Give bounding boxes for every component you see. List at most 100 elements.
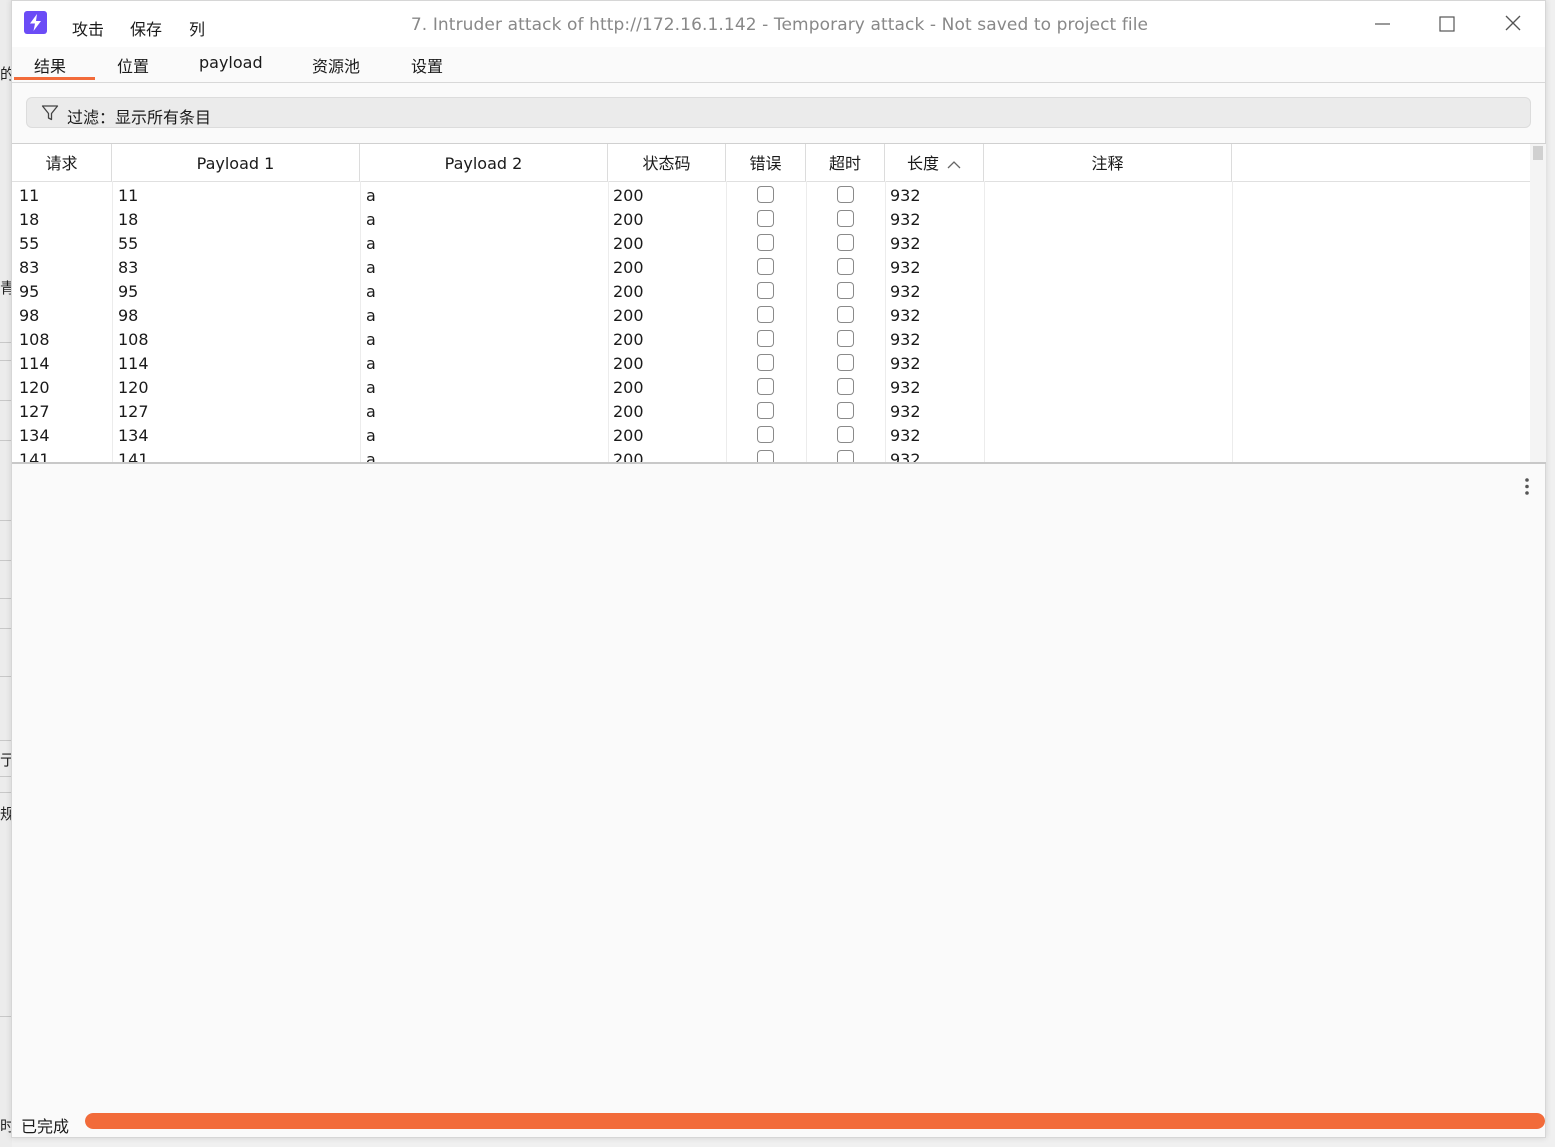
error-checkbox [757,210,774,227]
tab-payloads[interactable]: payload [199,53,263,80]
cell-length: 932 [890,402,921,421]
tab-settings[interactable]: 设置 [411,53,443,85]
cell-length: 932 [890,186,921,205]
column-header-payload1[interactable]: Payload 1 [112,144,360,181]
cell-payload1: 11 [118,186,139,205]
column-header-error[interactable]: 错误 [726,144,806,181]
window-title: 7. Intruder attack of http://172.16.1.14… [410,15,1149,35]
table-scrollbar[interactable] [1530,144,1546,462]
table-row[interactable]: 11 11 a 200 932 [12,182,1530,206]
error-checkbox [757,234,774,251]
cell-payload2: a [366,378,376,397]
cell-length: 932 [890,210,921,229]
column-header-length[interactable]: 长度 [885,144,984,181]
tab-positions[interactable]: 位置 [117,53,149,85]
cell-status-code: 200 [613,282,644,301]
scrollbar-thumb[interactable] [1533,146,1543,160]
close-button[interactable] [1498,11,1528,37]
column-header-status[interactable]: 状态码 [608,144,726,181]
cell-status-code: 200 [613,186,644,205]
filter-icon [41,104,59,126]
cell-length: 932 [890,378,921,397]
tab-resource-pool[interactable]: 资源池 [312,53,360,85]
table-row[interactable]: 98 98 a 200 932 [12,302,1530,326]
cell-payload1: 120 [118,378,149,397]
cell-request: 18 [19,210,40,229]
cell-request: 114 [19,354,50,373]
cell-status-code: 200 [613,450,644,464]
column-header-payload2[interactable]: Payload 2 [360,144,608,181]
minimize-button[interactable] [1367,11,1397,37]
cell-length: 932 [890,282,921,301]
cell-request: 95 [19,282,40,301]
status-label: 已完成 [21,1117,70,1136]
table-row[interactable]: 114 114 a 200 932 [12,350,1530,374]
more-options-icon[interactable] [1522,475,1532,499]
table-row[interactable]: 55 55 a 200 932 [12,230,1530,254]
column-header-comment[interactable]: 注释 [984,144,1232,181]
cell-payload2: a [366,402,376,421]
error-checkbox [757,378,774,395]
cell-length: 932 [890,330,921,349]
table-row[interactable]: 95 95 a 200 932 [12,278,1530,302]
active-tab-indicator [14,77,95,80]
error-checkbox [757,450,774,462]
timeout-checkbox [837,282,854,299]
table-row[interactable]: 127 127 a 200 932 [12,398,1530,422]
cell-status-code: 200 [613,234,644,253]
filter-bar[interactable]: 过滤：显示所有条目 [26,97,1531,128]
tab-results[interactable]: 结果 [34,53,66,85]
error-checkbox [757,258,774,275]
cell-payload2: a [366,234,376,253]
filter-label: 过滤：显示所有条目 [67,108,212,127]
cell-length: 932 [890,354,921,373]
cell-payload2: a [366,186,376,205]
cell-request: 83 [19,258,40,277]
cell-request: 11 [19,186,40,205]
cell-length: 932 [890,306,921,325]
error-checkbox [757,306,774,323]
column-header-timeout[interactable]: 超时 [806,144,885,181]
cell-payload1: 114 [118,354,149,373]
title-bar: 攻击 保存 列 7. Intruder attack of http://172… [12,1,1545,47]
cell-request: 108 [19,330,50,349]
cell-request: 127 [19,402,50,421]
table-row[interactable]: 108 108 a 200 932 [12,326,1530,350]
table-row[interactable]: 141 141 a 200 932 [12,446,1530,464]
error-checkbox [757,330,774,347]
error-checkbox [757,402,774,419]
cell-status-code: 200 [613,258,644,277]
cell-payload2: a [366,330,376,349]
cell-status-code: 200 [613,330,644,349]
cell-request: 120 [19,378,50,397]
table-header: 请求 Payload 1 Payload 2 状态码 错误 超时 长度 注释 [12,144,1530,182]
cell-length: 932 [890,258,921,277]
cell-payload1: 134 [118,426,149,445]
cell-payload1: 83 [118,258,139,277]
error-checkbox [757,354,774,371]
error-checkbox [757,282,774,299]
progress-fill [85,1113,1545,1129]
cell-payload2: a [366,354,376,373]
timeout-checkbox [837,234,854,251]
cell-length: 932 [890,426,921,445]
table-row[interactable]: 120 120 a 200 932 [12,374,1530,398]
table-row[interactable]: 18 18 a 200 932 [12,206,1530,230]
cell-payload1: 108 [118,330,149,349]
cell-request: 134 [19,426,50,445]
timeout-checkbox [837,258,854,275]
timeout-checkbox [837,426,854,443]
maximize-button[interactable] [1432,11,1462,37]
cell-length: 932 [890,450,921,464]
cell-status-code: 200 [613,306,644,325]
timeout-checkbox [837,402,854,419]
cell-payload1: 141 [118,450,149,464]
results-table: 请求 Payload 1 Payload 2 状态码 错误 超时 长度 注释 1… [12,143,1546,464]
column-header-request[interactable]: 请求 [12,144,112,181]
cell-request: 98 [19,306,40,325]
table-row[interactable]: 83 83 a 200 932 [12,254,1530,278]
cell-payload2: a [366,210,376,229]
timeout-checkbox [837,210,854,227]
timeout-checkbox [837,450,854,462]
table-row[interactable]: 134 134 a 200 932 [12,422,1530,446]
